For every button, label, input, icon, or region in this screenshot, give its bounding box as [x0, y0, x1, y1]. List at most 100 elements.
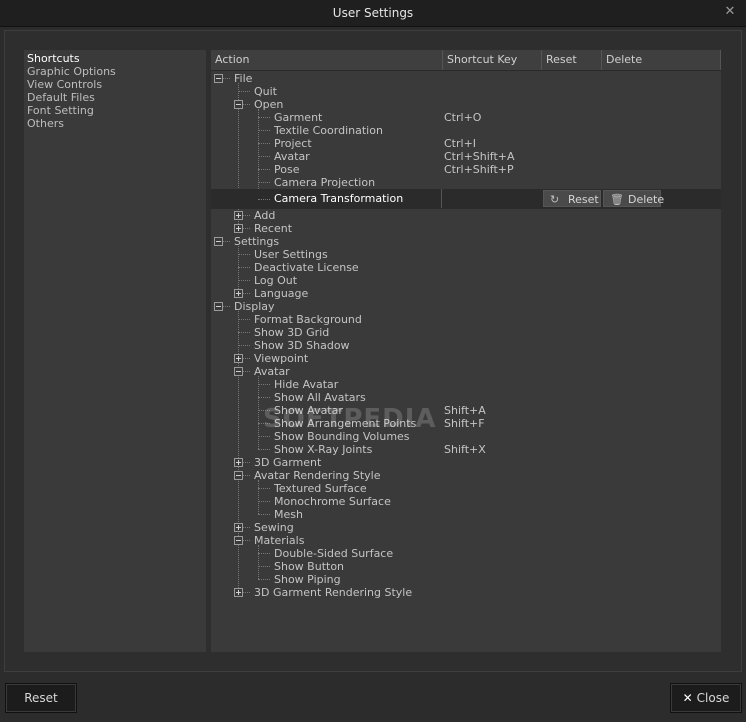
- table-row[interactable]: Show Piping: [211, 573, 721, 586]
- table-row[interactable]: Hide Avatar: [211, 378, 721, 391]
- collapse-icon[interactable]: [214, 302, 223, 311]
- action-label: Show Arrangement Points: [274, 417, 417, 430]
- table-row[interactable]: Avatar Ctrl+Shift+A: [211, 150, 721, 163]
- row-reset-button[interactable]: ↻ Reset: [543, 190, 601, 207]
- table-row[interactable]: Language: [211, 287, 721, 300]
- table-row[interactable]: Viewpoint: [211, 352, 721, 365]
- tree-branch-line: [258, 566, 270, 567]
- table-row[interactable]: Format Background: [211, 313, 721, 326]
- table-row[interactable]: Avatar: [211, 365, 721, 378]
- shortcut-key: Ctrl+O: [444, 111, 482, 124]
- collapse-icon[interactable]: [234, 536, 243, 545]
- tree-branch-line: [258, 423, 270, 424]
- action-label: Monochrome Surface: [274, 495, 391, 508]
- collapse-icon[interactable]: [214, 237, 223, 246]
- close-button[interactable]: ✕ Close: [670, 683, 742, 713]
- shortcut-key: Shift+X: [444, 443, 486, 456]
- table-row[interactable]: Show 3D Shadow: [211, 339, 721, 352]
- column-header-reset[interactable]: Reset: [542, 50, 602, 70]
- action-label: 3D Garment: [254, 456, 322, 469]
- table-row[interactable]: Textile Coordination: [211, 124, 721, 137]
- table-row[interactable]: Quit: [211, 85, 721, 98]
- action-label: Mesh: [274, 508, 303, 521]
- table-row[interactable]: Mesh: [211, 508, 721, 521]
- table-row[interactable]: 3D Garment Rendering Style: [211, 586, 721, 599]
- sidebar-item-others[interactable]: Others: [27, 117, 64, 130]
- action-label: Textured Surface: [274, 482, 367, 495]
- reset-button[interactable]: Reset: [5, 683, 77, 713]
- column-header-delete[interactable]: Delete: [602, 50, 721, 70]
- sidebar-item-view-controls[interactable]: View Controls: [27, 78, 102, 91]
- table-row[interactable]: Camera Projection: [211, 176, 721, 189]
- action-label: Show Piping: [274, 573, 341, 586]
- table-row[interactable]: Show Button: [211, 560, 721, 573]
- table-row[interactable]: Log Out: [211, 274, 721, 287]
- tree-branch-line: [258, 156, 270, 157]
- table-row[interactable]: Show 3D Grid: [211, 326, 721, 339]
- action-label: 3D Garment Rendering Style: [254, 586, 413, 599]
- table-row[interactable]: Monochrome Surface: [211, 495, 721, 508]
- expand-icon[interactable]: [234, 354, 243, 363]
- expand-icon[interactable]: [234, 458, 243, 467]
- sidebar-item-shortcuts[interactable]: Shortcuts: [27, 52, 80, 65]
- tree-branch-line: [258, 410, 270, 411]
- tree-branch-line: [243, 475, 250, 476]
- table-row[interactable]: Settings: [211, 235, 721, 248]
- table-row[interactable]: 3D Garment: [211, 456, 721, 469]
- table-row[interactable]: Add: [211, 209, 721, 222]
- sidebar-item-graphic-options[interactable]: Graphic Options: [27, 65, 116, 78]
- expand-icon[interactable]: [234, 289, 243, 298]
- expand-icon[interactable]: [234, 211, 243, 220]
- table-row[interactable]: Show X-Ray Joints Shift+X: [211, 443, 721, 456]
- tree-branch-line: [258, 397, 270, 398]
- tree-branch-line: [238, 319, 250, 320]
- expand-icon[interactable]: [234, 224, 243, 233]
- table-row[interactable]: File: [211, 72, 721, 85]
- table-row[interactable]: Display: [211, 300, 721, 313]
- action-label: Show X-Ray Joints: [274, 443, 373, 456]
- action-label: Show Button: [274, 560, 345, 573]
- action-label: File: [234, 72, 253, 85]
- sidebar-item-font-setting[interactable]: Font Setting: [27, 104, 94, 117]
- collapse-icon[interactable]: [234, 471, 243, 480]
- action-label: Display: [234, 300, 275, 313]
- action-label: Sewing: [254, 521, 294, 534]
- collapse-icon[interactable]: [214, 74, 223, 83]
- action-label: Settings: [234, 235, 280, 248]
- table-row[interactable]: Show Bounding Volumes: [211, 430, 721, 443]
- table-row[interactable]: Double-Sided Surface: [211, 547, 721, 560]
- table-row[interactable]: Avatar Rendering Style: [211, 469, 721, 482]
- table-row[interactable]: Camera Transformation ↻ Reset 🗑 Delete: [211, 189, 721, 209]
- tree-branch-line: [243, 462, 250, 463]
- table-row[interactable]: Deactivate License: [211, 261, 721, 274]
- table-row[interactable]: Sewing: [211, 521, 721, 534]
- table-row[interactable]: Textured Surface: [211, 482, 721, 495]
- collapse-icon[interactable]: [234, 367, 243, 376]
- expand-icon[interactable]: [234, 588, 243, 597]
- table-row[interactable]: Show Arrangement Points Shift+F: [211, 417, 721, 430]
- table-row[interactable]: Materials: [211, 534, 721, 547]
- tree-branch-line: [238, 345, 250, 346]
- tree-branch-line: [238, 254, 250, 255]
- collapse-icon[interactable]: [234, 100, 243, 109]
- sidebar-item-default-files[interactable]: Default Files: [27, 91, 95, 104]
- row-delete-button[interactable]: 🗑 Delete: [603, 190, 664, 207]
- tree-branch-line: [243, 104, 250, 105]
- shortcut-key: Shift+F: [444, 417, 485, 430]
- expand-icon[interactable]: [234, 523, 243, 532]
- column-header-shortcut-key[interactable]: Shortcut Key: [443, 50, 542, 70]
- table-row[interactable]: User Settings: [211, 248, 721, 261]
- column-header-action[interactable]: Action: [211, 50, 443, 70]
- table-row[interactable]: Recent: [211, 222, 721, 235]
- table-row[interactable]: Show All Avatars: [211, 391, 721, 404]
- shortcut-table: Action Shortcut Key Reset Delete File Qui…: [211, 50, 721, 652]
- tree-branch-line: [243, 592, 250, 593]
- table-row[interactable]: Pose Ctrl+Shift+P: [211, 163, 721, 176]
- table-row[interactable]: Open: [211, 98, 721, 111]
- window-close-icon[interactable]: ✕: [722, 4, 738, 20]
- table-row[interactable]: Project Ctrl+I: [211, 137, 721, 150]
- table-row[interactable]: Garment Ctrl+O: [211, 111, 721, 124]
- table-row[interactable]: Show Avatar Shift+A: [211, 404, 721, 417]
- tree-branch-line: [243, 540, 250, 541]
- shortcut-key: Ctrl+Shift+A: [444, 150, 515, 163]
